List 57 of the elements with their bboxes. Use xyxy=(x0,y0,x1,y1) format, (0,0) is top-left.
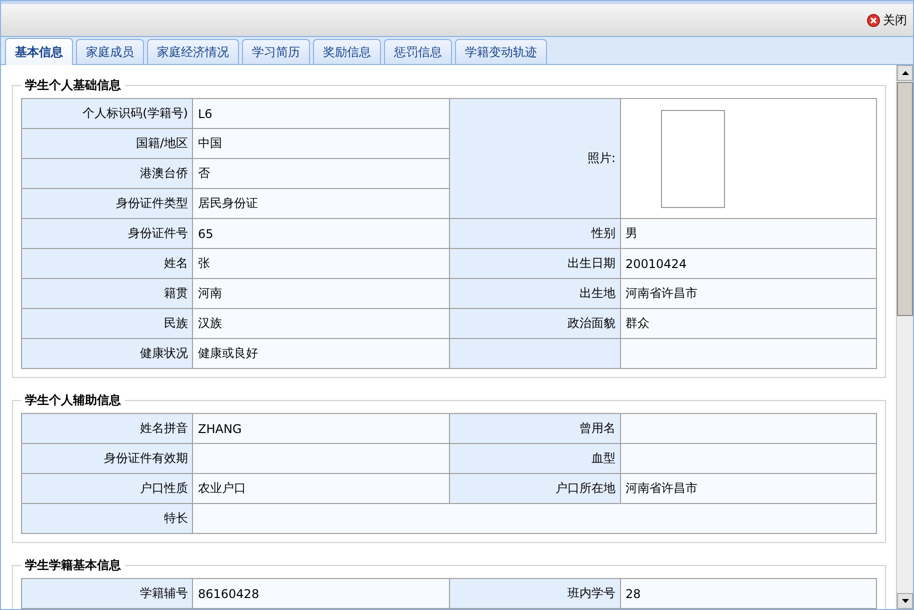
left-field-value: 汉族 xyxy=(192,308,449,338)
scrollbar-thumb[interactable] xyxy=(897,82,913,316)
section-title: 学生个人基础信息 xyxy=(24,77,122,94)
left-field-value: 农业户口 xyxy=(192,474,449,504)
tab[interactable]: 惩罚信息 xyxy=(384,39,452,64)
left-field-label: 身份证件类型 xyxy=(22,188,192,218)
tab[interactable]: 家庭成员 xyxy=(76,39,144,64)
field-label: 特长 xyxy=(22,504,192,534)
right-field-label: 政治面貌 xyxy=(449,308,620,338)
left-field-label: 户口性质 xyxy=(22,474,192,504)
right-field-label: 出生日期 xyxy=(449,248,620,278)
right-field-value: 群众 xyxy=(620,308,876,338)
section-title: 学生个人辅助信息 xyxy=(24,392,122,409)
left-field-label: 学籍辅号 xyxy=(22,578,192,608)
left-field-label: 民族 xyxy=(22,308,192,338)
left-field-value: ZHANG xyxy=(192,414,449,444)
left-field-value: 张 xyxy=(192,248,449,278)
right-field-label: 血型 xyxy=(449,444,620,474)
left-field-value: L6 xyxy=(192,98,449,128)
close-button[interactable]: 关闭 xyxy=(867,12,907,28)
left-field-value: 河南 xyxy=(192,278,449,308)
right-field-label: 出生地 xyxy=(449,278,620,308)
left-field-label: 籍贯 xyxy=(22,278,192,308)
right-field-value: 河南省许昌市 xyxy=(620,474,876,504)
scrollbar[interactable] xyxy=(896,65,913,609)
left-field-label: 姓名 xyxy=(22,248,192,278)
right-field-label: 性别 xyxy=(449,218,620,248)
section-title: 学生学籍基本信息 xyxy=(24,557,122,574)
left-field-label: 健康状况 xyxy=(22,338,192,368)
right-field-label: 班内学号 xyxy=(449,578,620,608)
right-field-label: 曾用名 xyxy=(449,414,620,444)
tab[interactable]: 学籍变动轨迹 xyxy=(455,39,547,64)
right-field-label: 户口所在地 xyxy=(449,474,620,504)
tab[interactable]: 家庭经济情况 xyxy=(147,39,239,64)
left-field-label: 个人标识码(学籍号) xyxy=(22,98,192,128)
left-field-value: 65 xyxy=(192,218,449,248)
down-arrow-icon xyxy=(902,599,908,603)
tab[interactable]: 基本信息 xyxy=(5,38,73,65)
right-field-value: 男 xyxy=(620,218,876,248)
left-field-value: 否 xyxy=(192,158,449,188)
photo-label: 照片: xyxy=(449,98,620,218)
left-field-label: 港澳台侨 xyxy=(22,158,192,188)
right-field-value: 28 xyxy=(620,578,876,608)
left-field-label: 国籍/地区 xyxy=(22,128,192,158)
up-arrow-icon xyxy=(902,71,908,75)
tab[interactable]: 奖励信息 xyxy=(313,39,381,64)
left-field-value: 健康或良好 xyxy=(192,338,449,368)
close-icon xyxy=(867,14,880,26)
tab[interactable]: 学习简历 xyxy=(242,39,310,64)
right-field-value: 河南省许昌市 xyxy=(620,278,876,308)
left-field-label: 姓名拼音 xyxy=(22,414,192,444)
right-field-value: 20010424 xyxy=(620,248,876,278)
left-field-label: 身份证件有效期 xyxy=(22,444,192,474)
left-field-label: 身份证件号 xyxy=(22,218,192,248)
left-field-value: 中国 xyxy=(192,128,449,158)
left-field-value: 86160428 xyxy=(192,578,449,608)
left-field-value: 居民身份证 xyxy=(192,188,449,218)
